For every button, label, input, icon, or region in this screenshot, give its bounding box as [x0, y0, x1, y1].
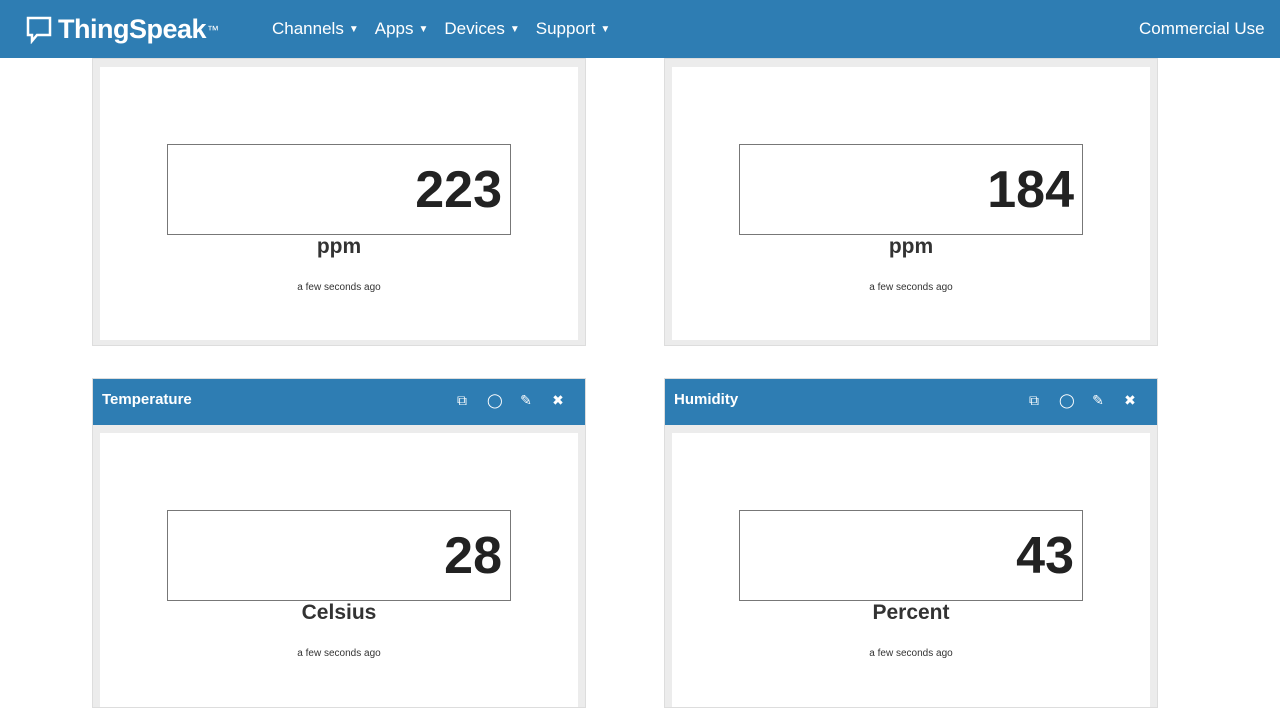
menu-devices[interactable]: Devices ▼: [444, 19, 519, 39]
caret-down-icon: ▼: [348, 24, 359, 35]
caret-down-icon: ▼: [418, 24, 429, 35]
numeric-display: 223: [167, 144, 511, 235]
widget-humidity: Humidity ⧉ ◯ ✎ ✖ 43 Percent a few second…: [664, 378, 1158, 708]
widget-title: Temperature: [102, 391, 192, 408]
menu-apps[interactable]: Apps ▼: [375, 19, 429, 39]
numeric-display: 184: [739, 144, 1083, 235]
unit-label: ppm: [316, 235, 362, 258]
pencil-icon[interactable]: ✎: [519, 392, 533, 409]
widget-header: Humidity ⧉ ◯ ✎ ✖: [665, 379, 1157, 425]
widget-title: Humidity: [674, 391, 739, 408]
top-navbar: ThingSpeak ™ Channels ▼ Apps ▼ Devices ▼ Sup…: [0, 0, 1280, 58]
close-icon[interactable]: ✖: [1123, 392, 1137, 409]
widget-temperature: Temperature ⧉ ◯ ✎ ✖ 28 Celsius a few sec…: [92, 378, 586, 708]
caret-down-icon: ▼: [600, 24, 611, 35]
widget-ppm-2: 184 ppm a few seconds ago: [664, 58, 1158, 346]
timestamp: a few seconds ago: [297, 282, 381, 293]
comment-icon[interactable]: ◯: [1059, 392, 1075, 409]
unit-label: Celsius: [301, 601, 377, 624]
brand-name: ThingSpeak: [58, 14, 207, 44]
pencil-icon[interactable]: ✎: [1091, 392, 1105, 409]
widget-header: Temperature ⧉ ◯ ✎ ✖: [93, 379, 585, 425]
timestamp: a few seconds ago: [869, 282, 953, 293]
comment-icon[interactable]: ◯: [487, 392, 503, 409]
unit-label: ppm: [888, 235, 934, 258]
external-link-icon[interactable]: ⧉: [1027, 392, 1041, 409]
menu-channels[interactable]: Channels ▼: [272, 19, 359, 39]
widget-ppm-1: 223 ppm a few seconds ago: [92, 58, 586, 346]
timestamp: a few seconds ago: [297, 648, 381, 659]
close-icon[interactable]: ✖: [551, 392, 565, 409]
menu-support[interactable]: Support ▼: [536, 19, 610, 39]
thingspeak-logo[interactable]: ThingSpeak ™: [26, 14, 219, 45]
numeric-display: 43: [739, 510, 1083, 601]
external-link-icon[interactable]: ⧉: [455, 392, 469, 409]
caret-down-icon: ▼: [509, 24, 520, 35]
trademark: ™: [207, 22, 220, 37]
speech-bubble-icon: [26, 16, 52, 44]
unit-label: Percent: [872, 601, 950, 624]
commercial-use-link[interactable]: Commercial Use: [1139, 19, 1265, 38]
numeric-display: 28: [167, 510, 511, 601]
timestamp: a few seconds ago: [869, 648, 953, 659]
